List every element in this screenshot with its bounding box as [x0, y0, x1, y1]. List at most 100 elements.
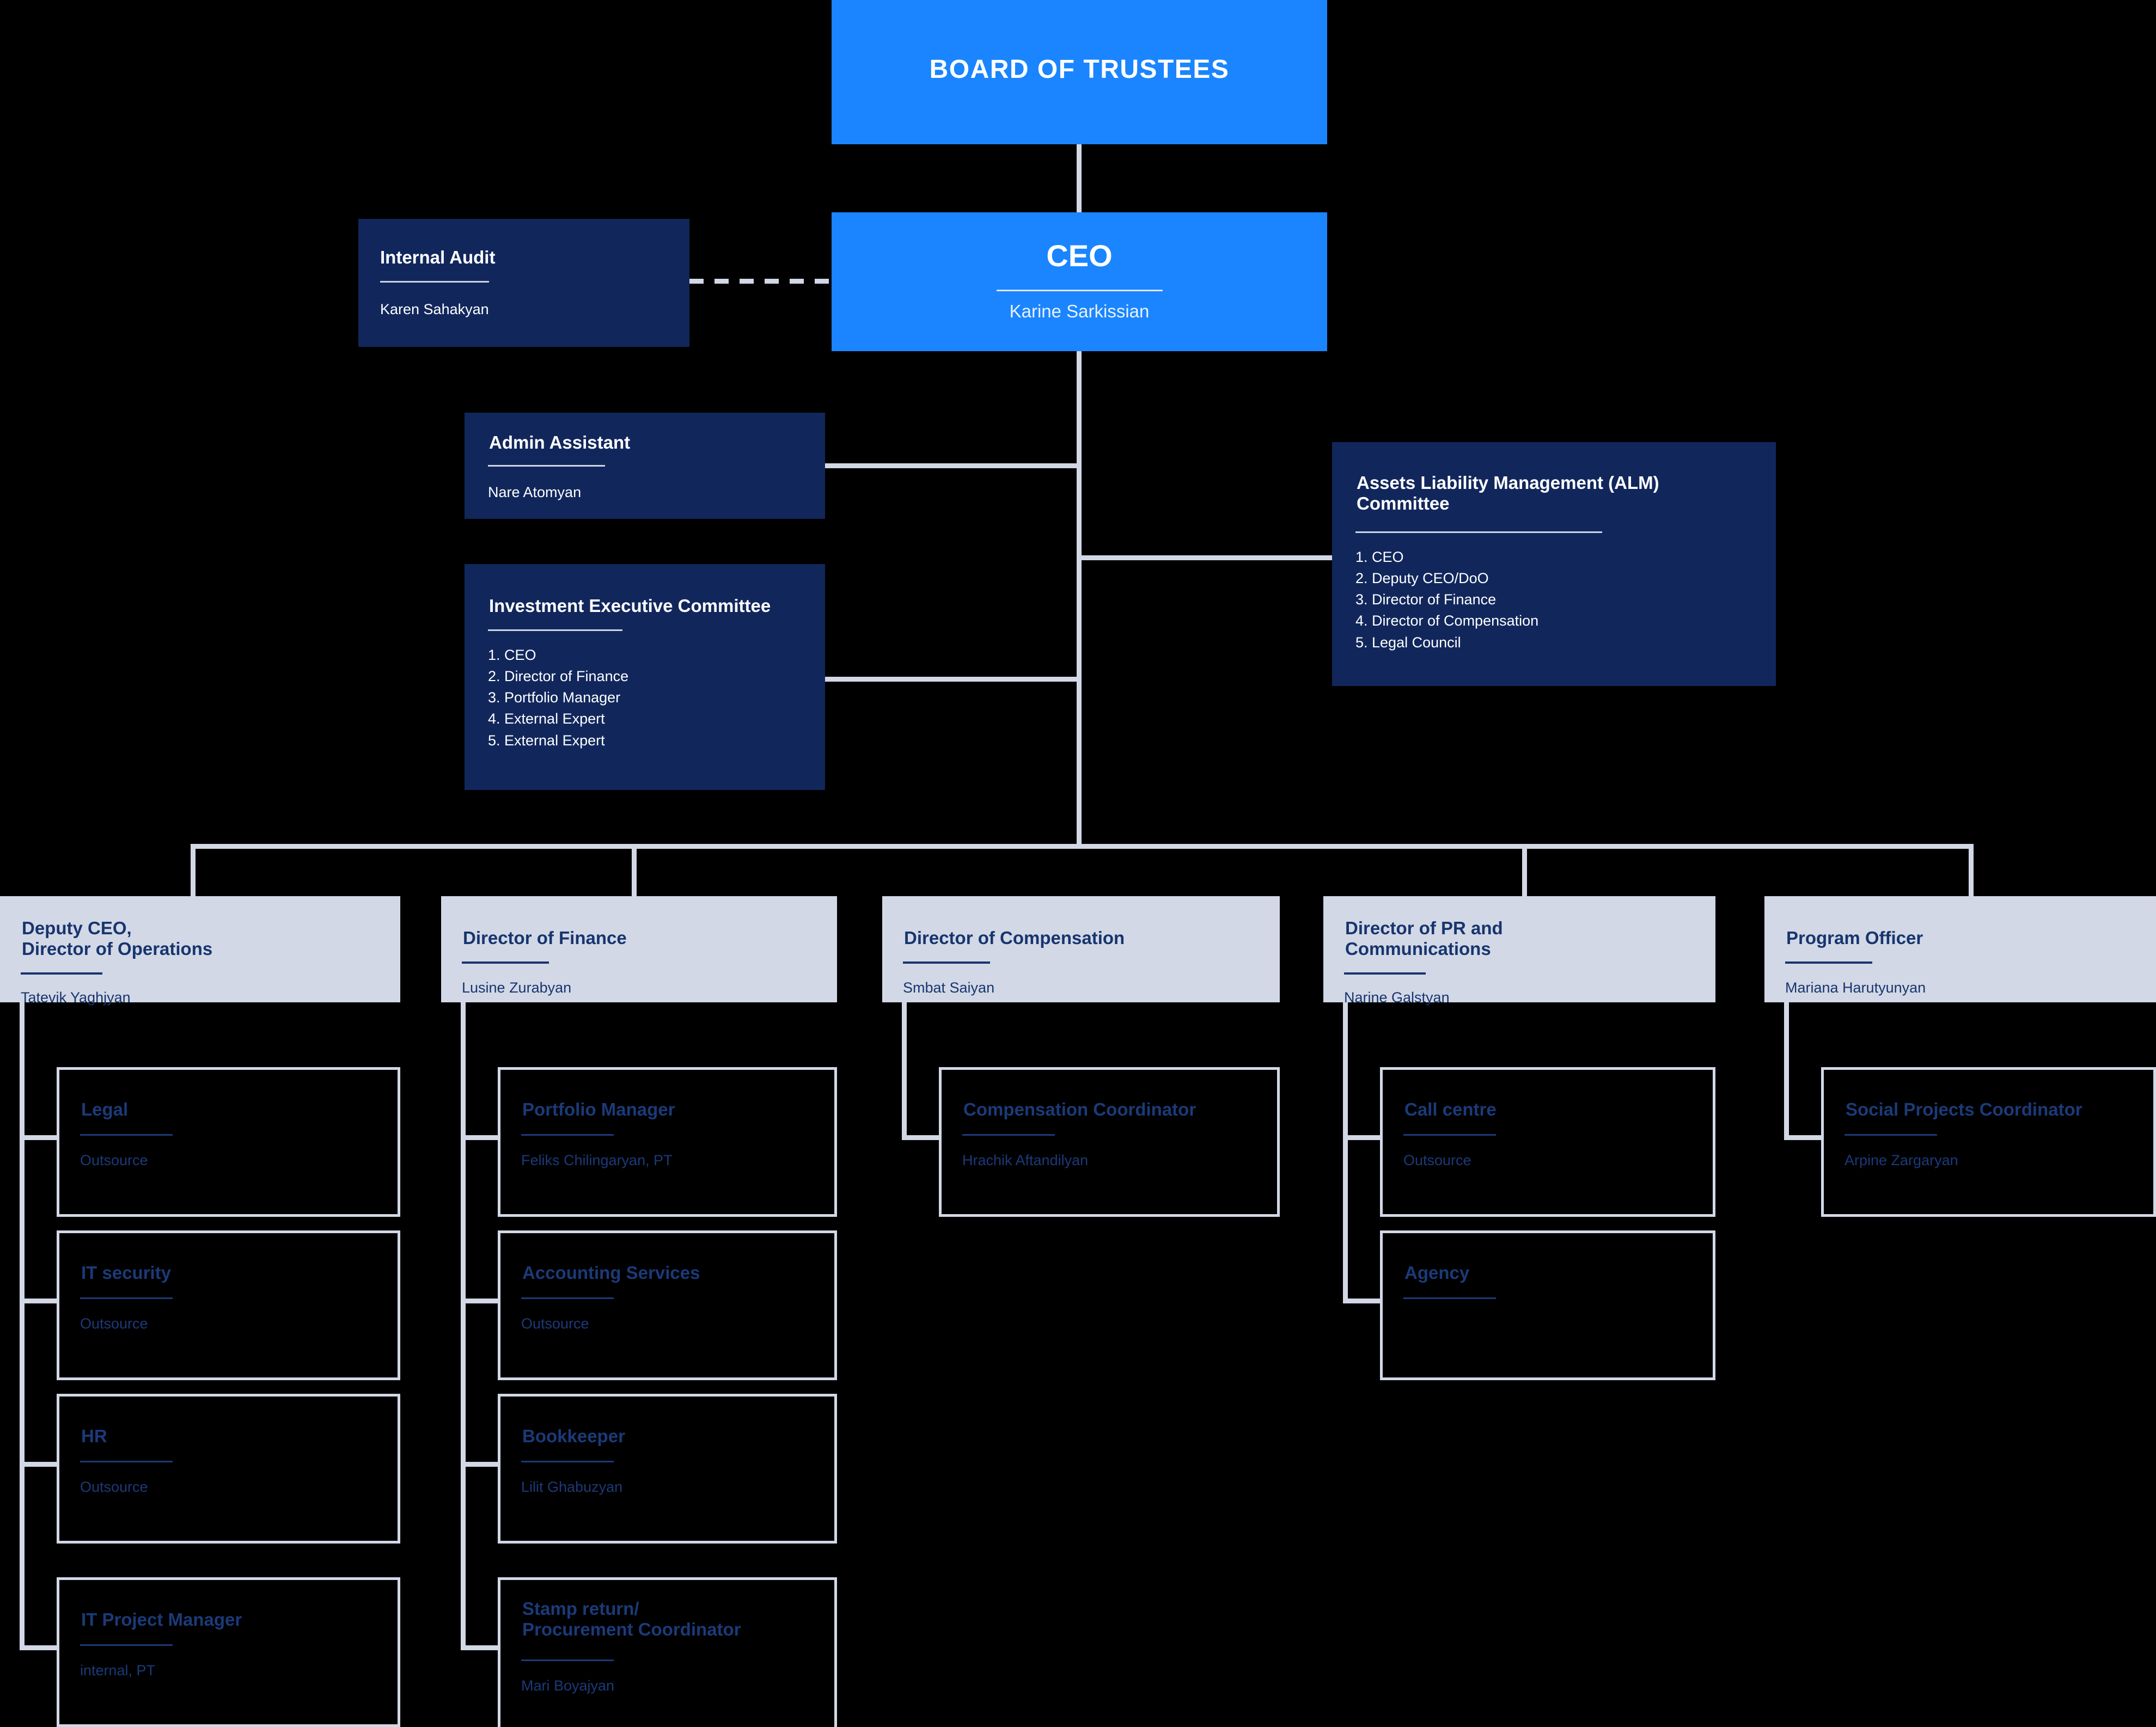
list-item: 2. Director of Finance — [488, 668, 629, 685]
node-unit-0-3[interactable]: IT Project Manager internal, PT — [57, 1577, 400, 1727]
node-director-1[interactable]: Director of Finance Lusine Zurabyan — [441, 896, 837, 1002]
unit-person-name: Arpine Zargaryan — [1844, 1152, 1958, 1168]
list-item: 3. Portfolio Manager — [488, 689, 621, 706]
node-unit-1-2[interactable]: Bookkeeper Lilit Ghabuzyan — [498, 1394, 837, 1544]
director-person-name: Smbat Saiyan — [903, 979, 995, 996]
unit-person-name: Outsource — [80, 1152, 148, 1168]
connector-stub-dir1-1 — [461, 1299, 499, 1303]
unit-title: Legal — [81, 1099, 129, 1119]
node-internal-audit[interactable]: Internal Audit Karen Sahakyan — [358, 219, 689, 347]
alm-committee-title: Assets Liability Management (ALM) Commit… — [1357, 473, 1659, 513]
connector-stub-dir3-1 — [1343, 1299, 1381, 1303]
unit-person-name: Outsource — [1403, 1152, 1471, 1168]
unit-person-name: Outsource — [80, 1315, 148, 1332]
divider — [80, 1297, 173, 1299]
divider — [521, 1134, 614, 1136]
unit-person-name: Hrachik Aftandilyan — [962, 1152, 1089, 1168]
admin-assistant-title: Admin Assistant — [489, 432, 631, 452]
connector-trunk-dir3 — [1343, 1002, 1348, 1303]
unit-person-name: Outsource — [80, 1479, 148, 1495]
unit-title: IT Project Manager — [81, 1609, 242, 1630]
divider — [521, 1297, 614, 1299]
connector-stub-dir0-0 — [20, 1135, 58, 1140]
director-title: Program Officer — [1786, 928, 1923, 948]
node-unit-1-0[interactable]: Portfolio Manager Feliks Chilingaryan, PT — [498, 1067, 837, 1217]
board-title: BOARD OF TRUSTEES — [929, 55, 1230, 84]
node-director-0[interactable]: Deputy CEO, Director of Operations Tatevik… — [0, 896, 400, 1006]
connector-board-to-ceo — [1077, 144, 1082, 212]
connector-stub-dir3-0 — [1343, 1135, 1381, 1140]
node-director-2[interactable]: Director of Compensation Smbat Saiyan — [882, 896, 1280, 1002]
director-title: Director of Compensation — [904, 928, 1125, 948]
unit-title: Social Projects Coordinator — [1846, 1099, 2082, 1119]
connector-drop-director-4 — [1969, 844, 1974, 896]
list-item: 4. External Expert — [488, 711, 605, 727]
node-unit-2-0[interactable]: Compensation Coordinator Hrachik Aftandil… — [939, 1067, 1280, 1217]
unit-title: Agency — [1404, 1263, 1470, 1283]
internal-audit-person-name: Karen Sahakyan — [380, 301, 489, 317]
director-person-name: Mariana Harutyunyan — [1785, 979, 1926, 996]
connector-ceo-to-investment-committee — [825, 677, 1081, 682]
connector-stub-dir1-3 — [461, 1645, 499, 1650]
divider — [962, 1134, 1055, 1136]
unit-title: HR — [81, 1426, 107, 1446]
connector-ceo-trunk — [1077, 351, 1082, 844]
node-unit-3-1[interactable]: Agency — [1380, 1230, 1715, 1380]
node-unit-1-3[interactable]: Stamp return/Procurement Coordinator Mari… — [498, 1577, 837, 1727]
unit-person-name: Outsource — [521, 1315, 589, 1332]
node-alm-committee[interactable]: Assets Liability Management (ALM) Commit… — [1332, 442, 1776, 686]
divider — [380, 281, 489, 283]
connector-stub-dir0-3 — [20, 1645, 58, 1650]
divider — [1344, 972, 1426, 975]
list-item: 4. Director of Compensation — [1355, 613, 1539, 629]
alm-committee-members: 1. CEO 2. Deputy CEO/DoO 3. Director of Fi… — [1355, 547, 1538, 653]
list-item: 5. Legal Council — [1355, 634, 1461, 651]
ceo-title: CEO — [1046, 238, 1113, 273]
divider — [462, 962, 549, 964]
divider — [521, 1461, 614, 1462]
divider — [488, 629, 622, 631]
divider — [1403, 1297, 1496, 1299]
node-unit-0-2[interactable]: HR Outsource — [57, 1394, 400, 1544]
connector-stub-dir2-0 — [902, 1135, 940, 1140]
divider — [488, 465, 605, 467]
divider — [521, 1659, 614, 1661]
admin-assistant-person-name: Nare Atomyan — [488, 484, 582, 500]
connector-trunk-dir0 — [20, 1002, 25, 1650]
node-investment-executive-committee[interactable]: Investment Executive Committee 1. CEO 2. … — [465, 564, 825, 790]
connector-trunk-dir1 — [461, 1002, 466, 1650]
divider — [903, 962, 990, 964]
node-director-3[interactable]: Director of PR and Communications Narine G… — [1323, 896, 1715, 1006]
node-unit-0-0[interactable]: Legal Outsource — [57, 1067, 400, 1217]
connector-stub-dir0-2 — [20, 1462, 58, 1467]
internal-audit-title: Internal Audit — [380, 247, 496, 267]
connector-drop-director-0 — [191, 844, 196, 896]
unit-title: Compensation Coordinator — [963, 1099, 1196, 1119]
node-admin-assistant[interactable]: Admin Assistant Nare Atomyan — [465, 413, 825, 519]
director-person-name: Lusine Zurabyan — [462, 979, 572, 996]
node-unit-3-0[interactable]: Call centre Outsource — [1380, 1067, 1715, 1217]
unit-title: Call centre — [1404, 1099, 1497, 1119]
director-title: Director of Finance — [463, 928, 627, 948]
unit-title: Accounting Services — [522, 1263, 700, 1283]
node-unit-0-1[interactable]: IT security Outsource — [57, 1230, 400, 1380]
node-director-4[interactable]: Program Officer Mariana Harutyunyan — [1764, 896, 2156, 1002]
unit-person-name: Lilit Ghabuzyan — [521, 1479, 623, 1495]
connector-stub-dir4-0 — [1784, 1135, 1822, 1140]
node-board-of-trustees[interactable]: BOARD OF TRUSTEES — [832, 0, 1327, 144]
connector-ceo-to-alm-committee — [1077, 555, 1333, 560]
connector-ceo-to-internal-audit — [689, 279, 832, 284]
list-item: 1. CEO — [488, 647, 536, 663]
connector-stub-dir1-2 — [461, 1462, 499, 1467]
director-person-name: Narine Galstyan — [1344, 989, 1450, 1006]
director-title: Deputy CEO, Director of Operations — [22, 918, 213, 959]
investment-committee-members: 1. CEO 2. Director of Finance 3. Portfolio… — [488, 645, 628, 751]
divider — [1403, 1134, 1496, 1136]
node-unit-1-1[interactable]: Accounting Services Outsource — [498, 1230, 837, 1380]
list-item: 5. External Expert — [488, 732, 605, 749]
connector-trunk-dir4 — [1784, 1002, 1789, 1138]
ceo-person-name: Karine Sarkissian — [1009, 301, 1150, 321]
node-ceo[interactable]: CEO Karine Sarkissian — [832, 212, 1327, 351]
node-unit-4-0[interactable]: Social Projects Coordinator Arpine Zargar… — [1821, 1067, 2156, 1217]
unit-person-name: Mari Boyajyan — [521, 1677, 615, 1694]
